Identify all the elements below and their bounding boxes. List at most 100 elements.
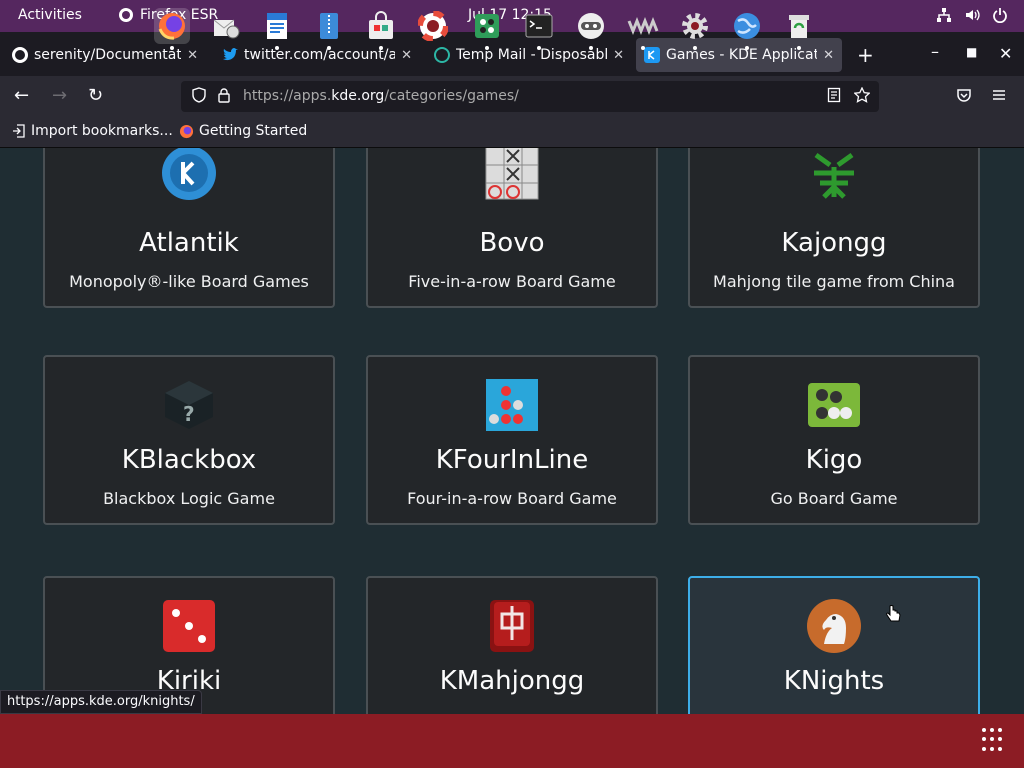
minimize-button[interactable]: – [931, 42, 939, 61]
app-description: Four-in-a-row Board Game [407, 489, 617, 508]
volume-icon [966, 9, 980, 21]
twitter-icon [222, 47, 238, 63]
games-icon [475, 14, 499, 38]
atlantik-icon [162, 148, 216, 200]
app-card-kfourinline[interactable]: KFourInLine Four-in-a-row Board Game [366, 355, 658, 525]
bookmark-import[interactable]: Import bookmarks... [12, 123, 173, 139]
network-icon [937, 8, 951, 22]
forward-button[interactable]: → [52, 85, 67, 106]
tempmail-icon [434, 47, 450, 63]
dock-cheese[interactable] [573, 8, 609, 50]
tab-close-icon[interactable]: ✕ [401, 48, 412, 63]
kfourinline-icon [486, 379, 538, 431]
tab-close-icon[interactable]: ✕ [187, 48, 198, 63]
app-description: Go Board Game [770, 489, 898, 508]
dock-archive[interactable] [311, 8, 347, 50]
app-name: Kigo [805, 445, 863, 475]
settings-icon [682, 13, 708, 39]
bookmark-label: Getting Started [199, 123, 308, 139]
new-tab-button[interactable]: + [857, 43, 874, 67]
page-content: Atlantik Monopoly®-like Board Games Bovo… [0, 148, 1024, 714]
kigo-icon [808, 383, 860, 427]
app-card-kigo[interactable]: Kigo Go Board Game [688, 355, 980, 525]
app-name: Bovo [479, 228, 545, 258]
import-icon [13, 124, 25, 138]
app-description: Five-in-a-row Board Game [408, 272, 616, 291]
system-tray[interactable] [936, 7, 1008, 23]
show-apps-button[interactable] [982, 728, 1006, 752]
close-window-button[interactable]: ✕ [999, 44, 1012, 63]
dock-terminal[interactable] [521, 8, 557, 50]
dock-firefox[interactable] [154, 8, 190, 50]
dock-recycle[interactable] [781, 8, 817, 50]
app-name: KNights [783, 666, 885, 696]
terminal-icon [525, 14, 553, 38]
software-icon [369, 11, 393, 39]
reload-button[interactable]: ↻ [88, 85, 103, 106]
dock-evolution[interactable] [208, 8, 244, 44]
evolution-icon [213, 19, 240, 39]
dock-browser[interactable] [729, 8, 765, 50]
kiriki-icon [163, 600, 215, 652]
kajongg-icon [814, 152, 854, 199]
tab-title: twitter.com/account/ac [244, 47, 396, 63]
dock-settings[interactable] [677, 8, 713, 50]
kde-icon [644, 47, 660, 63]
dock-writer[interactable] [259, 8, 295, 50]
app-description: Blackbox Logic Game [103, 489, 275, 508]
dock-vlc[interactable] [625, 8, 661, 50]
kmahjongg-icon [490, 600, 534, 652]
activities-button[interactable]: Activities [18, 7, 82, 23]
github-icon [12, 47, 28, 63]
app-card-kmahjongg[interactable]: KMahjongg [366, 576, 658, 714]
bookmarks-bar: Import bookmarks... Getting Started [0, 118, 1024, 148]
url-text[interactable]: https://apps.kde.org/categories/games/ [243, 88, 519, 104]
browser-icon [734, 13, 760, 39]
firefox-icon [158, 13, 185, 40]
app-card-knights[interactable]: KNights [688, 576, 980, 714]
tab-close-icon[interactable]: ✕ [823, 48, 834, 63]
reader-view-icon[interactable] [827, 87, 841, 107]
tab-title: Temp Mail - Disposable [456, 47, 608, 63]
firefox-icon [119, 8, 133, 22]
app-card-kajongg[interactable]: Kajongg Mahjong tile game from China [688, 148, 980, 308]
url-bar[interactable]: https://apps.kde.org/categories/games/ [181, 81, 879, 112]
app-description: Monopoly®-like Board Games [69, 272, 309, 291]
app-name: KFourInLine [435, 445, 589, 475]
back-button[interactable]: ← [14, 85, 29, 106]
tab-title: serenity/Documentation [34, 47, 182, 63]
vlc-icon [627, 16, 659, 36]
app-description: Mahjong tile game from China [713, 272, 955, 291]
lock-icon[interactable] [217, 87, 231, 107]
bookmark-label: Import bookmarks... [31, 123, 173, 139]
app-card-atlantik[interactable]: Atlantik Monopoly®-like Board Games [43, 148, 335, 308]
hand-cursor-icon [886, 605, 901, 622]
app-card-bovo[interactable]: Bovo Five-in-a-row Board Game [366, 148, 658, 308]
dock [0, 714, 1024, 768]
pocket-icon[interactable] [956, 87, 972, 108]
recycle-icon [789, 15, 809, 38]
dock-software[interactable] [363, 8, 399, 50]
menu-icon[interactable] [991, 87, 1007, 108]
app-name: Atlantik [139, 228, 239, 258]
maximize-button[interactable]: ■ [966, 45, 977, 59]
app-name: KBlackbox [121, 445, 257, 475]
kblackbox-icon: ? [165, 381, 213, 429]
cheese-icon [578, 13, 604, 39]
firefox-icon [179, 124, 194, 138]
app-name: Kajongg [781, 228, 887, 258]
writer-icon [267, 13, 287, 39]
app-card-kblackbox[interactable]: ? KBlackbox Blackbox Logic Game [43, 355, 335, 525]
bookmark-star-icon[interactable] [853, 86, 871, 107]
status-link-preview: https://apps.kde.org/knights/ [0, 690, 202, 714]
bookmark-getting-started[interactable]: Getting Started [179, 123, 307, 139]
help-icon [418, 11, 448, 41]
power-icon [993, 8, 1007, 23]
shield-icon[interactable] [191, 87, 207, 107]
archive-icon [320, 13, 338, 39]
dock-help[interactable] [415, 8, 451, 44]
dock-games[interactable] [469, 8, 505, 50]
knights-icon [807, 599, 861, 653]
tab-close-icon[interactable]: ✕ [613, 48, 624, 63]
tab-title: Games - KDE Applicatio [666, 47, 818, 63]
